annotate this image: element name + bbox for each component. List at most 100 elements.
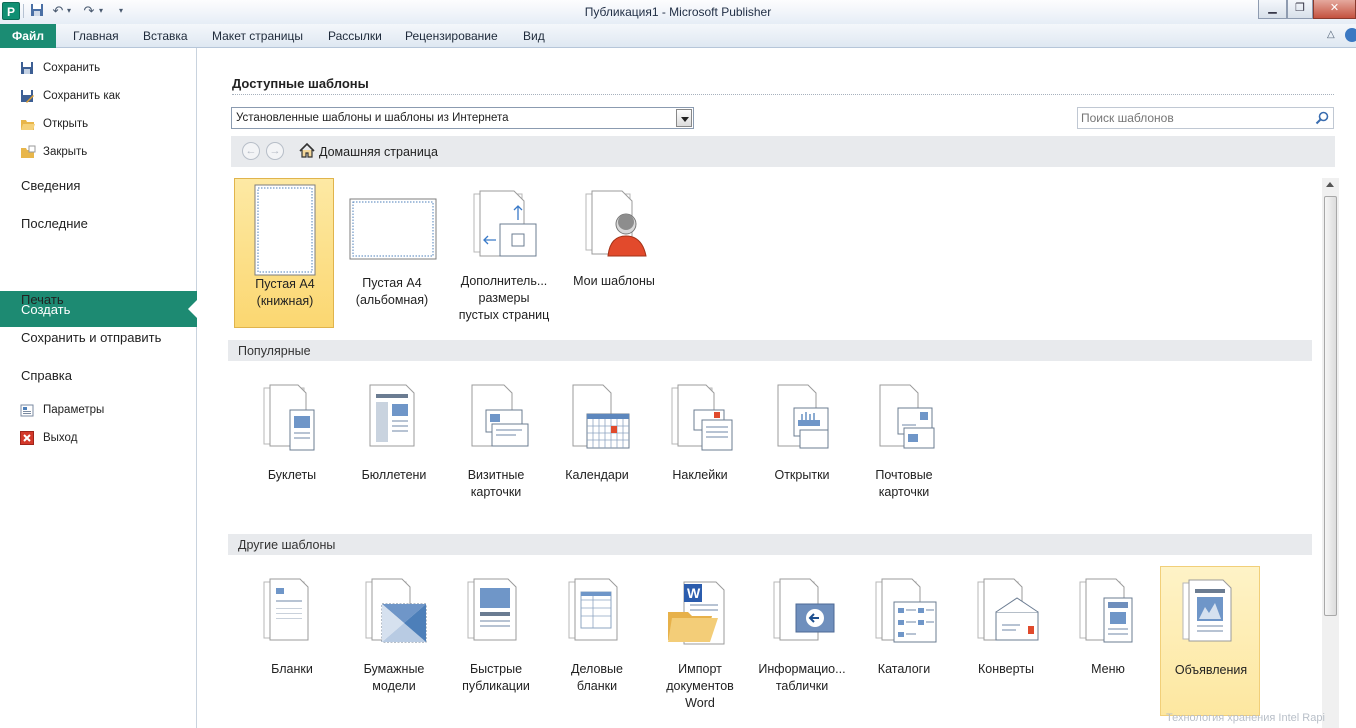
tab-page-layout[interactable]: Макет страницы <box>212 29 303 43</box>
tile-newsletters[interactable]: Бюллетени <box>344 372 444 522</box>
tile-label: Word <box>685 696 715 710</box>
tile-my-templates[interactable]: Мои шаблоны <box>564 178 664 328</box>
tab-home[interactable]: Главная <box>73 29 119 43</box>
tile-label: Бумажные <box>363 662 425 676</box>
tile-import-word[interactable]: W Импорт документов Word <box>650 566 750 716</box>
nav-save-as[interactable]: Сохранить как <box>20 86 120 106</box>
tile-label: (книжная) <box>256 294 314 308</box>
quick-publication-icon <box>467 578 517 641</box>
back-arrow-icon[interactable]: ← <box>242 142 260 160</box>
search-input[interactable] <box>1081 110 1306 126</box>
tile-signs[interactable]: Информацио... таблички <box>752 566 852 716</box>
scroll-up-arrow-icon[interactable] <box>1326 182 1334 187</box>
tile-letterheads[interactable]: Бланки <box>242 566 342 716</box>
tile-labels[interactable]: Наклейки <box>650 372 750 522</box>
nav-close-label: Закрыть <box>43 146 88 158</box>
templates-scrollbar[interactable] <box>1322 178 1339 728</box>
tile-label: публикации <box>462 679 530 693</box>
save-as-icon <box>20 89 36 103</box>
tab-insert[interactable]: Вставка <box>143 29 188 43</box>
nav-open-label: Открыть <box>43 118 89 130</box>
minimize-icon[interactable]: ▁ <box>1258 0 1287 19</box>
tile-label: Дополнитель... <box>460 274 548 288</box>
close-window-icon[interactable]: ✕ <box>1313 0 1356 19</box>
chevron-down-icon[interactable] <box>676 109 692 127</box>
search-icon[interactable] <box>1315 111 1329 125</box>
tile-label: Деловые <box>571 662 623 676</box>
sign-icon <box>773 578 835 641</box>
business-form-icon <box>568 578 618 641</box>
tile-business-cards[interactable]: Визитные карточки <box>446 372 546 522</box>
tile-blank-a4-landscape[interactable]: Пустая А4 (альбомная) <box>342 178 442 328</box>
tile-menus[interactable]: Меню <box>1058 566 1158 716</box>
tile-catalogs[interactable]: Каталоги <box>854 566 954 716</box>
exit-icon <box>20 431 36 445</box>
home-link[interactable]: Домашняя страница <box>319 145 438 159</box>
nav-options[interactable]: Параметры <box>20 400 104 420</box>
tile-label: Наклейки <box>672 468 728 482</box>
brochure-icon <box>263 384 315 451</box>
title-bar: P ↶ ▾ ↷ ▾ ▾ Публикация1 - Microsoft Publ… <box>0 0 1356 24</box>
forward-arrow-icon[interactable]: → <box>266 142 284 160</box>
tile-label: карточки <box>878 485 930 499</box>
tile-quick-publications[interactable]: Быстрые публикации <box>446 566 546 716</box>
nav-info[interactable]: Сведения <box>21 178 80 193</box>
letterhead-icon <box>263 578 309 641</box>
paper-model-icon <box>365 578 427 643</box>
nav-print[interactable]: Печать <box>21 292 64 307</box>
tile-flyers[interactable]: Объявления <box>1160 566 1260 716</box>
tab-file[interactable]: Файл <box>0 24 56 48</box>
restore-icon[interactable]: ❐ <box>1287 0 1313 19</box>
greeting-card-icon <box>777 384 829 449</box>
tile-more-blank-sizes[interactable]: Дополнитель... размеры пустых страниц <box>454 178 554 328</box>
section-other-title: Другие шаблоны <box>238 538 336 552</box>
collapse-ribbon-icon[interactable]: △ <box>1327 29 1335 40</box>
blank-portrait-icon <box>254 184 316 276</box>
tile-business-forms[interactable]: Деловые бланки <box>547 566 647 716</box>
nav-save-as-label: Сохранить как <box>43 90 121 102</box>
tab-mailings[interactable]: Рассылки <box>328 29 382 43</box>
tile-label: Импорт <box>678 662 722 676</box>
tile-label: Буклеты <box>267 468 317 482</box>
tile-greeting-cards[interactable]: Открытки <box>752 372 852 522</box>
nav-open[interactable]: Открыть <box>20 114 88 134</box>
tile-brochures[interactable]: Буклеты <box>242 372 342 522</box>
nav-exit[interactable]: Выход <box>20 428 77 448</box>
nav-help[interactable]: Справка <box>21 368 72 383</box>
nav-options-label: Параметры <box>43 404 105 416</box>
nav-close[interactable]: Закрыть <box>20 142 87 162</box>
template-source-select[interactable]: Установленные шаблоны и шаблоны из Интер… <box>231 107 694 129</box>
tile-label: Информацио... <box>758 662 846 676</box>
nav-save[interactable]: Сохранить <box>20 58 100 78</box>
nav-save-send[interactable]: Сохранить и отправить <box>21 330 161 345</box>
scroll-thumb[interactable] <box>1324 196 1337 616</box>
catalog-icon <box>875 578 937 643</box>
tab-review[interactable]: Рецензирование <box>405 29 498 43</box>
tile-label: Объявления <box>1174 663 1248 677</box>
menu-icon <box>1079 578 1133 643</box>
flyer-icon <box>1182 579 1232 642</box>
tile-label: Бюллетени <box>361 468 427 482</box>
nav-exit-label: Выход <box>43 432 78 444</box>
tile-envelopes[interactable]: Конверты <box>956 566 1056 716</box>
tab-view[interactable]: Вид <box>523 29 545 43</box>
tile-postcards[interactable]: Почтовые карточки <box>854 372 954 522</box>
tile-label: Пустая А4 <box>255 277 315 291</box>
tile-blank-a4-portrait[interactable]: Пустая А4 (книжная) <box>234 178 334 328</box>
svg-text:W: W <box>687 585 701 601</box>
ribbon-tabs-bar <box>0 24 1356 48</box>
help-icon[interactable] <box>1345 28 1356 42</box>
custom-size-icon <box>473 190 537 257</box>
tile-label: Визитные <box>467 468 525 482</box>
home-icon[interactable] <box>299 143 315 158</box>
section-popular: Популярные <box>228 340 1312 361</box>
nav-recent[interactable]: Последние <box>21 216 88 231</box>
section-other-templates: Другие шаблоны <box>228 534 1312 555</box>
backstage-nav: Сохранить Сохранить как Открыть Закрыть … <box>0 48 197 728</box>
tile-label: Открытки <box>774 468 830 482</box>
newsletter-icon <box>369 384 415 447</box>
tile-paper-models[interactable]: Бумажные модели <box>344 566 444 716</box>
tile-label: Бланки <box>271 662 313 676</box>
tile-label: Пустая А4 <box>362 276 422 290</box>
tile-calendars[interactable]: Календари <box>547 372 647 522</box>
